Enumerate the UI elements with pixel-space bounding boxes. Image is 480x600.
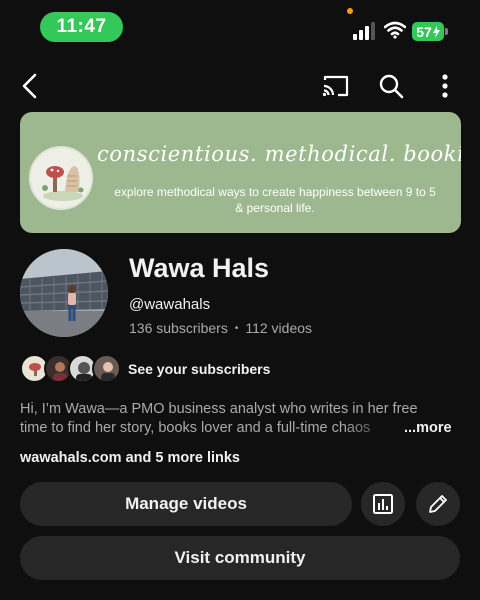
privacy-indicator-dot (347, 8, 353, 14)
more-options-button[interactable] (427, 68, 463, 104)
stats-separator: • (234, 322, 239, 334)
visit-community-button[interactable]: Visit community (20, 536, 460, 580)
subscriber-avatar (92, 354, 121, 383)
status-bar: 11:47 57 (0, 0, 480, 56)
subscriber-count: 136 subscribers (129, 320, 228, 336)
status-time: 11:47 (40, 12, 123, 42)
edit-channel-button[interactable] (416, 482, 460, 526)
back-button[interactable] (12, 68, 48, 104)
analytics-icon (373, 494, 393, 514)
battery-indicator: 57 (412, 22, 448, 41)
cast-icon (322, 75, 349, 97)
video-count: 112 videos (245, 320, 313, 336)
channel-links[interactable]: wawahals.com and 5 more links (20, 450, 240, 466)
see-subscribers-label: See your subscribers (128, 360, 271, 377)
cast-button[interactable] (318, 68, 354, 104)
back-arrow-icon (22, 73, 37, 99)
channel-name: Wawa Hals (129, 253, 270, 283)
battery-level: 57 (416, 23, 432, 40)
channel-description[interactable]: Hi, I’m Wawa—a PMO business analyst who … (20, 400, 460, 438)
description-line-1: Hi, I’m Wawa—a PMO business analyst who … (20, 401, 418, 417)
channel-handle: @wawahals (129, 296, 211, 313)
search-button[interactable] (373, 68, 409, 104)
see-subscribers-row[interactable]: See your subscribers (20, 352, 320, 385)
cellular-signal-icon (353, 22, 375, 40)
banner-subtitle: explore methodical ways to create happin… (114, 185, 436, 215)
search-icon (379, 74, 404, 99)
top-navigation-bar (0, 62, 480, 110)
description-more-link[interactable]: ...more (404, 419, 452, 438)
subscriber-avatars (20, 353, 121, 384)
battery-charging-icon (432, 25, 440, 38)
channel-stats: 136 subscribers • 112 videos (129, 320, 312, 336)
channel-banner: conscientious. methodical. bookish. expl… (20, 112, 461, 233)
wifi-icon (384, 21, 406, 39)
channel-avatar[interactable] (20, 249, 108, 337)
banner-logo-illustration (29, 146, 93, 210)
more-vertical-icon (442, 74, 448, 98)
edit-pencil-icon (429, 495, 447, 513)
manage-videos-button[interactable]: Manage videos (20, 482, 352, 526)
analytics-button[interactable] (361, 482, 405, 526)
description-line-2: time to find her story, books lover and … (20, 420, 371, 436)
banner-tagline: conscientious. methodical. bookish. (97, 142, 461, 166)
